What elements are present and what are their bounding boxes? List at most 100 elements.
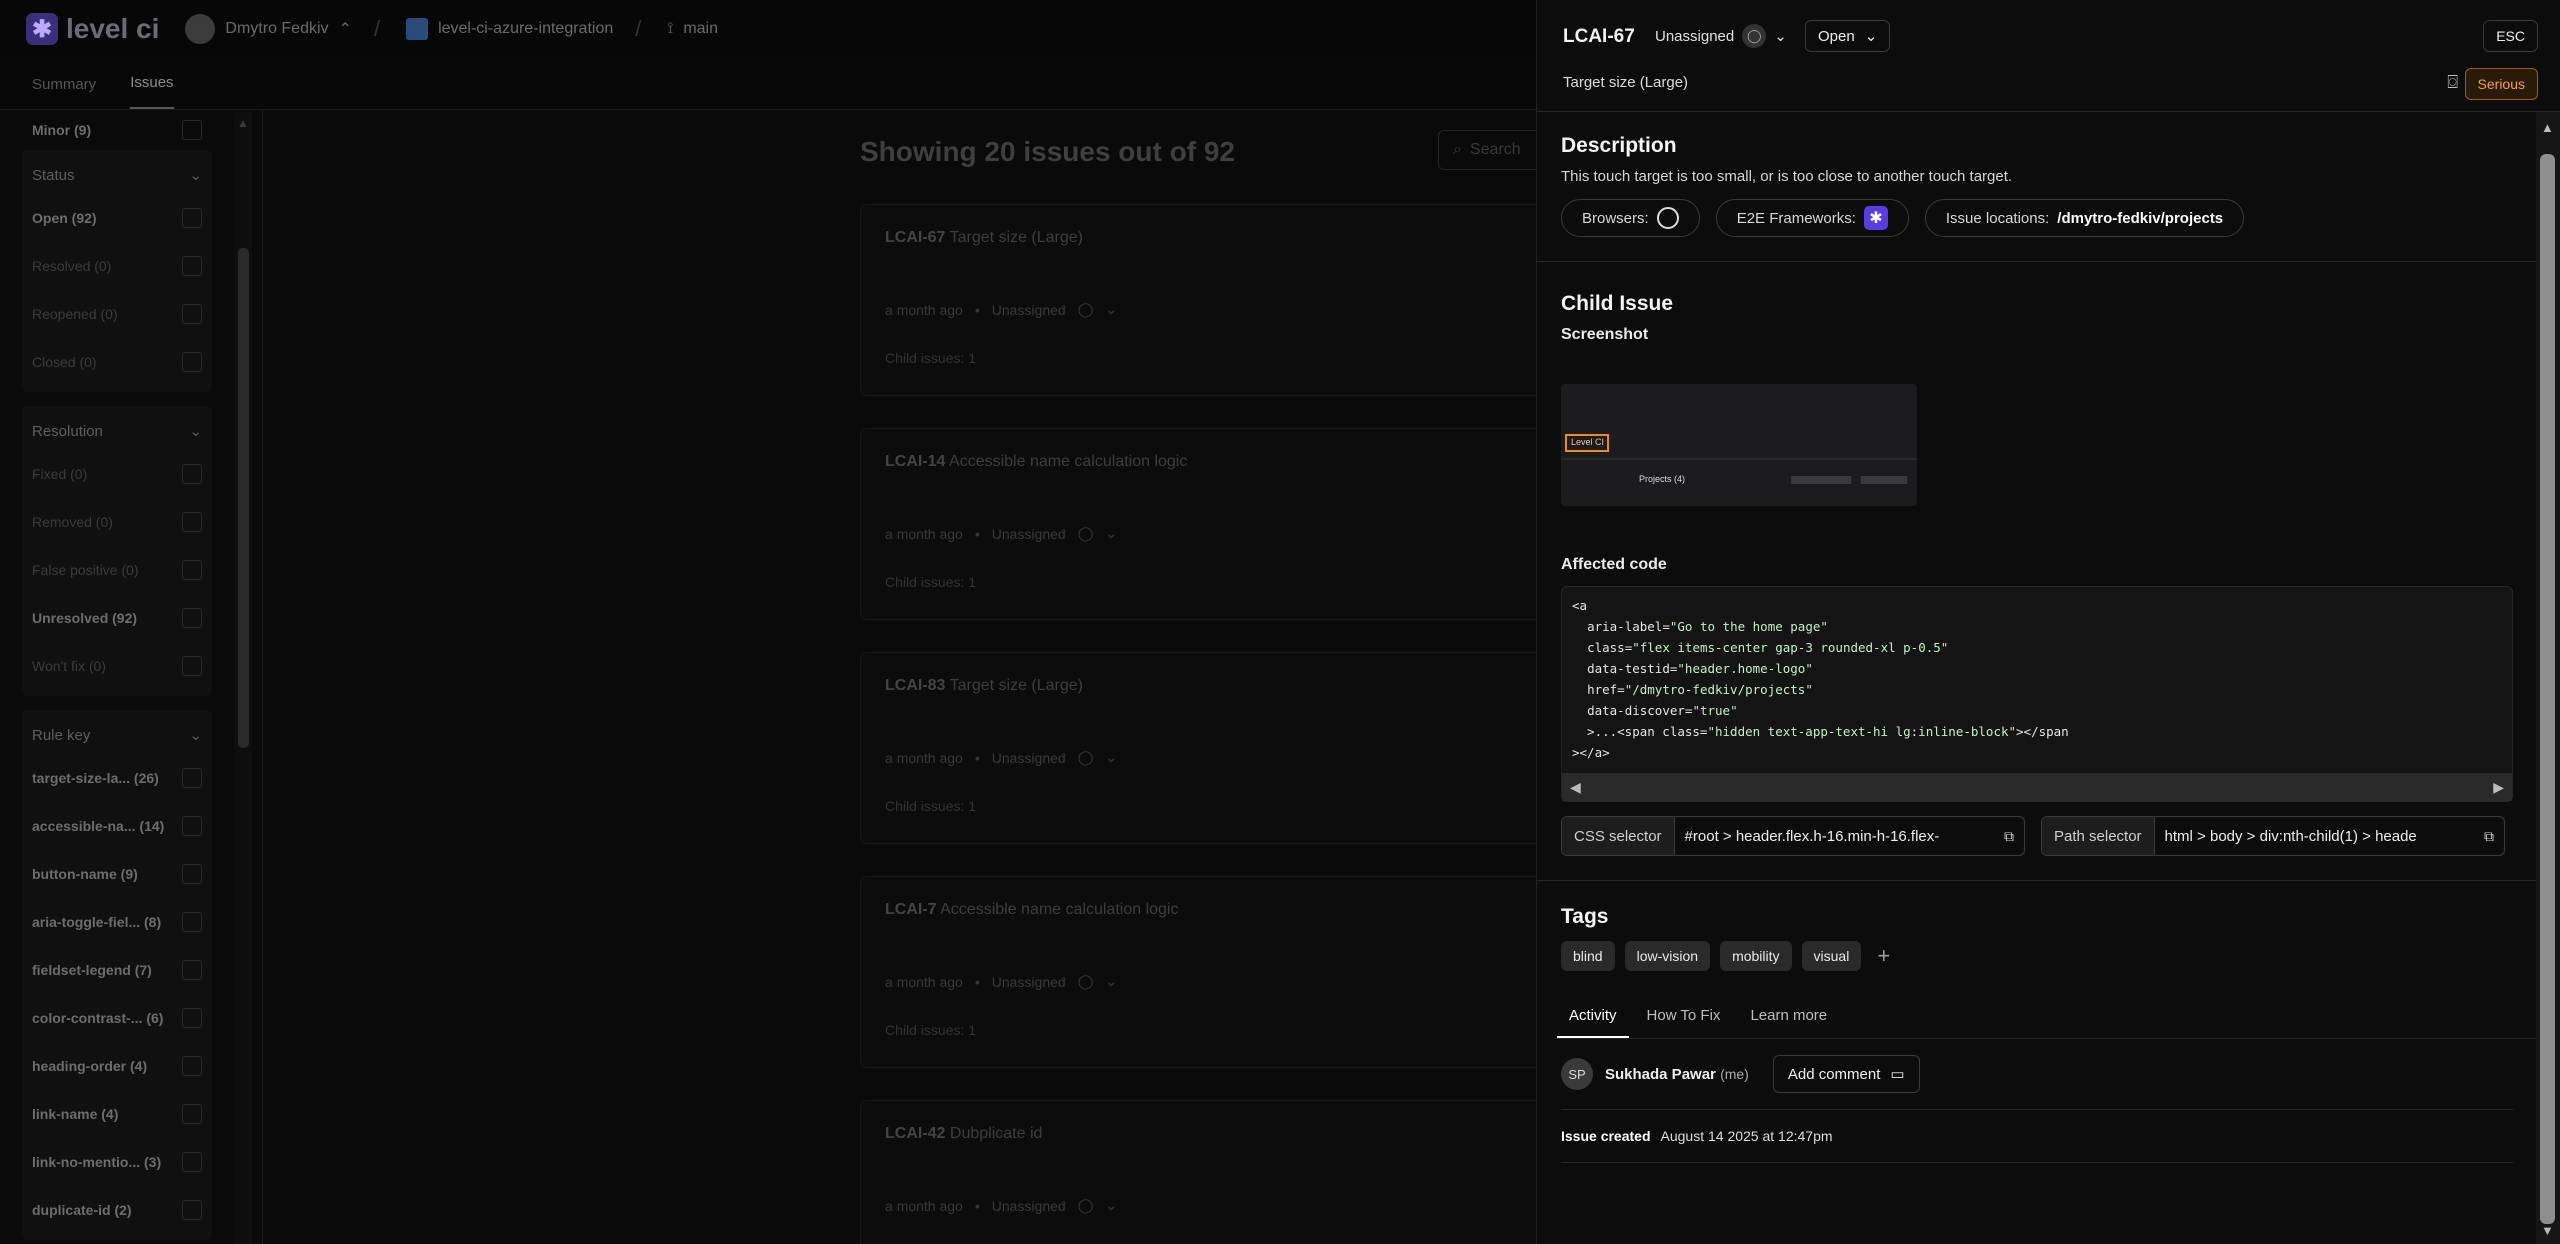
camera-icon[interactable]: ⌼ [2447,72,2458,93]
tab-issues[interactable]: Issues [130,74,174,109]
issue-screenshot[interactable]: Level CI Projects (4) [1561,384,1917,506]
issue-locations-pill[interactable]: Issue locations:/dmytro-fedkiv/projects [1924,199,2245,237]
checkbox[interactable] [182,208,202,228]
assignee-dropdown[interactable]: Unassigned ◯ ⌄ [1655,24,1787,48]
user-name: Dmytro Fedkiv [225,20,329,37]
filter-item[interactable]: button-name (9) [22,850,212,898]
user-switcher[interactable]: Dmytro Fedkiv ⌃ [185,14,352,44]
panel-scrollbar[interactable]: ▲ ▼ [2536,112,2560,1244]
close-button[interactable]: ESC [2483,20,2538,52]
copy-icon[interactable]: ⧉ [1994,828,2024,845]
checkbox[interactable] [182,120,202,140]
issue-card[interactable]: LCAI-42 Dubplicate id a month ago • Unassi… [860,1100,1560,1244]
checkbox[interactable] [182,352,202,372]
checkbox[interactable] [182,816,202,836]
azure-icon [406,18,429,40]
browsers-pill[interactable]: Browsers: [1561,199,1700,237]
tag[interactable]: blind [1561,941,1615,971]
filter-item[interactable]: color-contrast-... (6) [22,994,212,1042]
checkbox[interactable] [182,512,202,532]
filter-item[interactable]: link-name (4) [22,1090,212,1138]
affected-code-block[interactable]: <a aria-label="Go to the home page" clas… [1561,586,2513,802]
issue-card[interactable]: LCAI-67 Target size (Large) a month ago •… [860,204,1560,396]
project-switcher[interactable]: level-ci-azure-integration [406,18,613,40]
filter-item[interactable]: Resolved (0) [22,242,212,290]
tag[interactable]: low-vision [1624,941,1711,971]
filter-item[interactable]: Won't fix (0) [22,642,212,690]
scroll-up-icon[interactable]: ▲ [2541,120,2554,135]
code-horizontal-scrollbar[interactable]: ◀ ▶ [1562,773,2512,801]
checkbox[interactable] [182,1152,202,1172]
e2e-frameworks-pill[interactable]: E2E Frameworks: ✱ [1715,199,1909,237]
project-name: level-ci-azure-integration [438,20,614,37]
filter-item[interactable]: Unresolved (92) [22,594,212,642]
checkbox[interactable] [182,864,202,884]
css-selector-field[interactable]: CSS selector #root > header.flex.h-16.mi… [1561,816,2025,856]
checkbox[interactable] [182,1200,202,1220]
filter-group-header[interactable]: Rule key ⌄ [22,716,212,754]
branch-name: main [683,20,719,37]
checkbox[interactable] [182,960,202,980]
path-selector-field[interactable]: Path selector html > body > div:nth-chil… [2041,816,2505,856]
logo-text: level ci [66,13,160,44]
filter-item[interactable]: link-no-mentio... (3) [22,1138,212,1186]
scroll-up-icon[interactable]: ▲ [237,116,249,130]
sidebar-scrollbar[interactable]: ▲ [234,112,252,1244]
section-title: Description [1561,134,1677,157]
page-tabs: Summary Issues [0,58,1536,110]
filter-item[interactable]: aria-toggle-fiel... (8) [22,898,212,946]
issue-card[interactable]: LCAI-14 Accessible name calculation logi… [860,428,1560,620]
scroll-down-icon[interactable]: ▼ [2541,1223,2554,1238]
filter-item[interactable]: fieldset-legend (7) [22,946,212,994]
add-comment-button[interactable]: Add comment ▭ [1772,1055,1920,1093]
filter-item[interactable]: Open (92) [22,194,212,242]
tab-activity[interactable]: Activity [1557,995,1629,1038]
checkbox[interactable] [182,1056,202,1076]
copy-icon[interactable]: ⧉ [2474,828,2504,845]
checkbox[interactable] [182,1008,202,1028]
checkbox[interactable] [182,656,202,676]
checkbox[interactable] [182,256,202,276]
issue-card[interactable]: LCAI-7 Accessible name calculation logic… [860,876,1560,1068]
filter-item[interactable]: Closed (0) [22,338,212,386]
app-logo[interactable]: ✱ level ci [26,13,159,45]
filter-item[interactable]: Fixed (0) [22,450,212,498]
scrollbar-thumb[interactable] [2540,154,2555,1224]
tab-learn-more[interactable]: Learn more [1738,995,1839,1038]
filter-item-minor[interactable]: Minor (9) [22,110,212,150]
scroll-right-icon[interactable]: ▶ [2493,779,2504,796]
search-input[interactable]: ⌕ Search [1438,130,1548,170]
branch-switcher[interactable]: ⟟ main [667,20,718,38]
activity-entry: Issue created August 14 2025 at 12:47pm [1561,1110,2513,1163]
filter-item[interactable]: Reopened (0) [22,290,212,338]
tab-summary[interactable]: Summary [32,76,96,109]
scrollbar-thumb[interactable] [238,248,249,748]
issue-card[interactable]: LCAI-83 Target size (Large) a month ago •… [860,652,1560,844]
tag[interactable]: visual [1801,941,1862,971]
checkbox[interactable] [182,768,202,788]
filter-group-header[interactable]: Status ⌄ [22,156,212,194]
checkbox[interactable] [182,1104,202,1124]
status-dropdown[interactable]: Open ⌄ [1805,20,1891,52]
chevron-down-icon: ⌄ [189,167,202,184]
filter-item[interactable]: heading-order (4) [22,1042,212,1090]
filter-group-header[interactable]: Resolution ⌄ [22,412,212,450]
checkbox[interactable] [182,304,202,324]
tab-how-to-fix[interactable]: How To Fix [1635,995,1733,1038]
add-tag-icon[interactable]: + [1877,943,1890,969]
chevron-down-icon: ⌄ [1105,973,1118,989]
filter-item[interactable]: target-size-la... (26) [22,754,212,802]
tag[interactable]: mobility [1720,941,1792,971]
chevron-down-icon: ⌄ [189,423,202,440]
filter-item[interactable]: False positive (0) [22,546,212,594]
user-icon: ◯ [1077,973,1094,989]
checkbox[interactable] [182,912,202,932]
checkbox[interactable] [182,608,202,628]
checkbox[interactable] [182,464,202,484]
filter-item[interactable]: accessible-na... (14) [22,802,212,850]
filter-item[interactable]: Removed (0) [22,498,212,546]
checkbox[interactable] [182,560,202,580]
filter-item[interactable]: duplicate-id (2) [22,1186,212,1234]
filter-group-rule-key: Rule key ⌄ target-size-la... (26) accessi… [22,710,212,1240]
scroll-left-icon[interactable]: ◀ [1570,779,1581,796]
